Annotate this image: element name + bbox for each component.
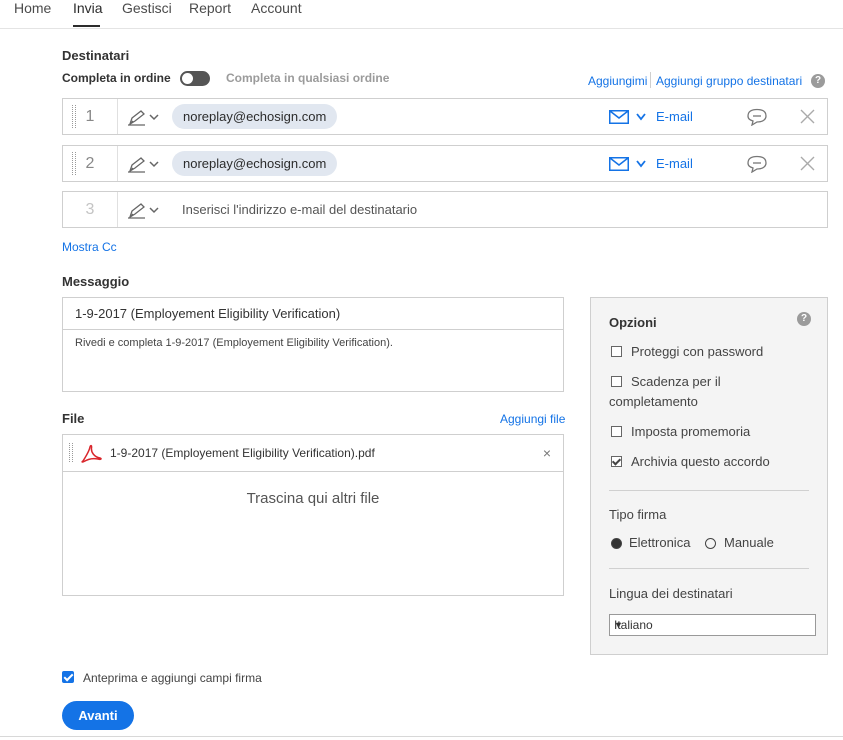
nav-invia[interactable]: Invia xyxy=(73,0,103,16)
caret-down-icon: ▼ xyxy=(614,620,623,630)
drag-handle-icon[interactable] xyxy=(69,443,73,462)
message-divider xyxy=(63,329,563,330)
message-title-input[interactable]: 1-9-2017 (Employement Eligibility Verifi… xyxy=(75,298,340,330)
reminder-checkbox[interactable] xyxy=(611,426,622,437)
private-message-icon[interactable] xyxy=(746,108,768,126)
chevron-down-icon[interactable] xyxy=(636,160,646,168)
chevron-down-icon[interactable] xyxy=(636,113,646,121)
delivery-method-label[interactable]: E-mail xyxy=(656,146,693,181)
recipient-email-input[interactable]: Inserisci l'indirizzo e-mail del destina… xyxy=(182,192,417,227)
preview-checkbox-label: Anteprima e aggiungi campi firma xyxy=(83,671,262,685)
pdf-file-icon xyxy=(81,444,102,463)
signer-role-pen-icon[interactable] xyxy=(127,201,161,219)
complete-in-order-label: Completa in ordine xyxy=(62,71,171,85)
language-label: Lingua dei destinatari xyxy=(609,586,733,601)
password-option-label: Proteggi con password xyxy=(631,344,764,359)
files-heading: File xyxy=(62,411,85,426)
expiration-option-label-line2: completamento xyxy=(609,394,698,409)
archive-option-label: Archivia questo accordo xyxy=(631,454,770,469)
recipients-help-icon[interactable]: ? xyxy=(811,74,825,88)
manual-radio[interactable] xyxy=(705,538,716,549)
private-message-icon[interactable] xyxy=(746,155,768,173)
expiration-checkbox[interactable] xyxy=(611,376,622,387)
options-heading: Opzioni xyxy=(609,315,657,330)
signature-type-label: Tipo firma xyxy=(609,507,667,522)
recipient-row-2: 2 noreplay@echosign.com E-mail xyxy=(62,145,828,182)
recipient-row-3: 3 Inserisci l'indirizzo e-mail del desti… xyxy=(62,191,828,228)
add-file-link[interactable]: Aggiungi file xyxy=(500,412,565,426)
options-help-icon[interactable]: ? xyxy=(797,312,811,326)
nav-gestisci[interactable]: Gestisci xyxy=(122,0,172,16)
archive-checkbox[interactable] xyxy=(611,456,622,467)
recipient-number: 3 xyxy=(63,192,118,227)
signer-role-pen-icon[interactable] xyxy=(127,155,161,173)
remove-file-icon[interactable]: × xyxy=(543,446,551,460)
recipient-email-chip[interactable]: noreplay@echosign.com xyxy=(172,151,338,176)
signer-role-pen-icon[interactable] xyxy=(127,108,161,126)
expiration-option-label: Scadenza per il xyxy=(631,374,721,389)
message-box: 1-9-2017 (Employement Eligibility Verifi… xyxy=(62,297,564,392)
language-select[interactable]: Italiano ▼ xyxy=(609,614,816,636)
email-method-icon[interactable] xyxy=(609,157,629,171)
options-divider xyxy=(609,490,809,491)
nav-active-indicator xyxy=(73,25,100,27)
footer-divider xyxy=(0,736,843,737)
electronic-radio[interactable] xyxy=(611,538,622,549)
file-dropzone[interactable]: Trascina qui altri file xyxy=(63,490,563,507)
password-checkbox[interactable] xyxy=(611,346,622,357)
email-method-icon[interactable] xyxy=(609,110,629,124)
file-item: 1-9-2017 (Employement Eligibility Verifi… xyxy=(63,435,563,472)
preview-checkbox[interactable] xyxy=(62,671,74,683)
show-cc-link[interactable]: Mostra Cc xyxy=(62,240,117,254)
files-box: 1-9-2017 (Employement Eligibility Verifi… xyxy=(62,434,564,596)
manual-radio-label: Manuale xyxy=(724,535,774,550)
remove-recipient-icon[interactable] xyxy=(800,109,815,124)
options-panel: Opzioni ? Proteggi con password Scadenza… xyxy=(590,297,828,655)
add-group-link[interactable]: Aggiungi gruppo destinatari xyxy=(656,74,802,88)
remove-recipient-icon[interactable] xyxy=(800,156,815,171)
top-nav: Home Invia Gestisci Report Account xyxy=(0,0,843,29)
recipient-number: 1 xyxy=(63,99,118,134)
link-separator xyxy=(650,72,651,88)
recipient-row-1: 1 noreplay@echosign.com E-mail xyxy=(62,98,828,135)
complete-any-order-label: Completa in qualsiasi ordine xyxy=(226,71,390,85)
file-name: 1-9-2017 (Employement Eligibility Verifi… xyxy=(110,446,375,460)
reminder-option-label: Imposta promemoria xyxy=(631,424,751,439)
message-body-input[interactable]: Rivedi e completa 1-9-2017 (Employement … xyxy=(75,337,393,349)
nav-account[interactable]: Account xyxy=(251,0,302,16)
toggle-knob xyxy=(182,73,193,84)
next-button[interactable]: Avanti xyxy=(62,701,134,730)
delivery-method-label[interactable]: E-mail xyxy=(656,99,693,134)
options-divider xyxy=(609,568,809,569)
recipient-email-chip[interactable]: noreplay@echosign.com xyxy=(172,104,338,129)
order-toggle[interactable] xyxy=(180,71,210,86)
electronic-radio-label: Elettronica xyxy=(629,535,691,550)
nav-home[interactable]: Home xyxy=(14,0,51,16)
nav-report[interactable]: Report xyxy=(189,0,231,16)
message-heading: Messaggio xyxy=(62,274,130,289)
recipient-number: 2 xyxy=(63,146,118,181)
add-me-link[interactable]: Aggiungimi xyxy=(588,74,647,88)
recipients-heading: Destinatari xyxy=(62,48,130,63)
